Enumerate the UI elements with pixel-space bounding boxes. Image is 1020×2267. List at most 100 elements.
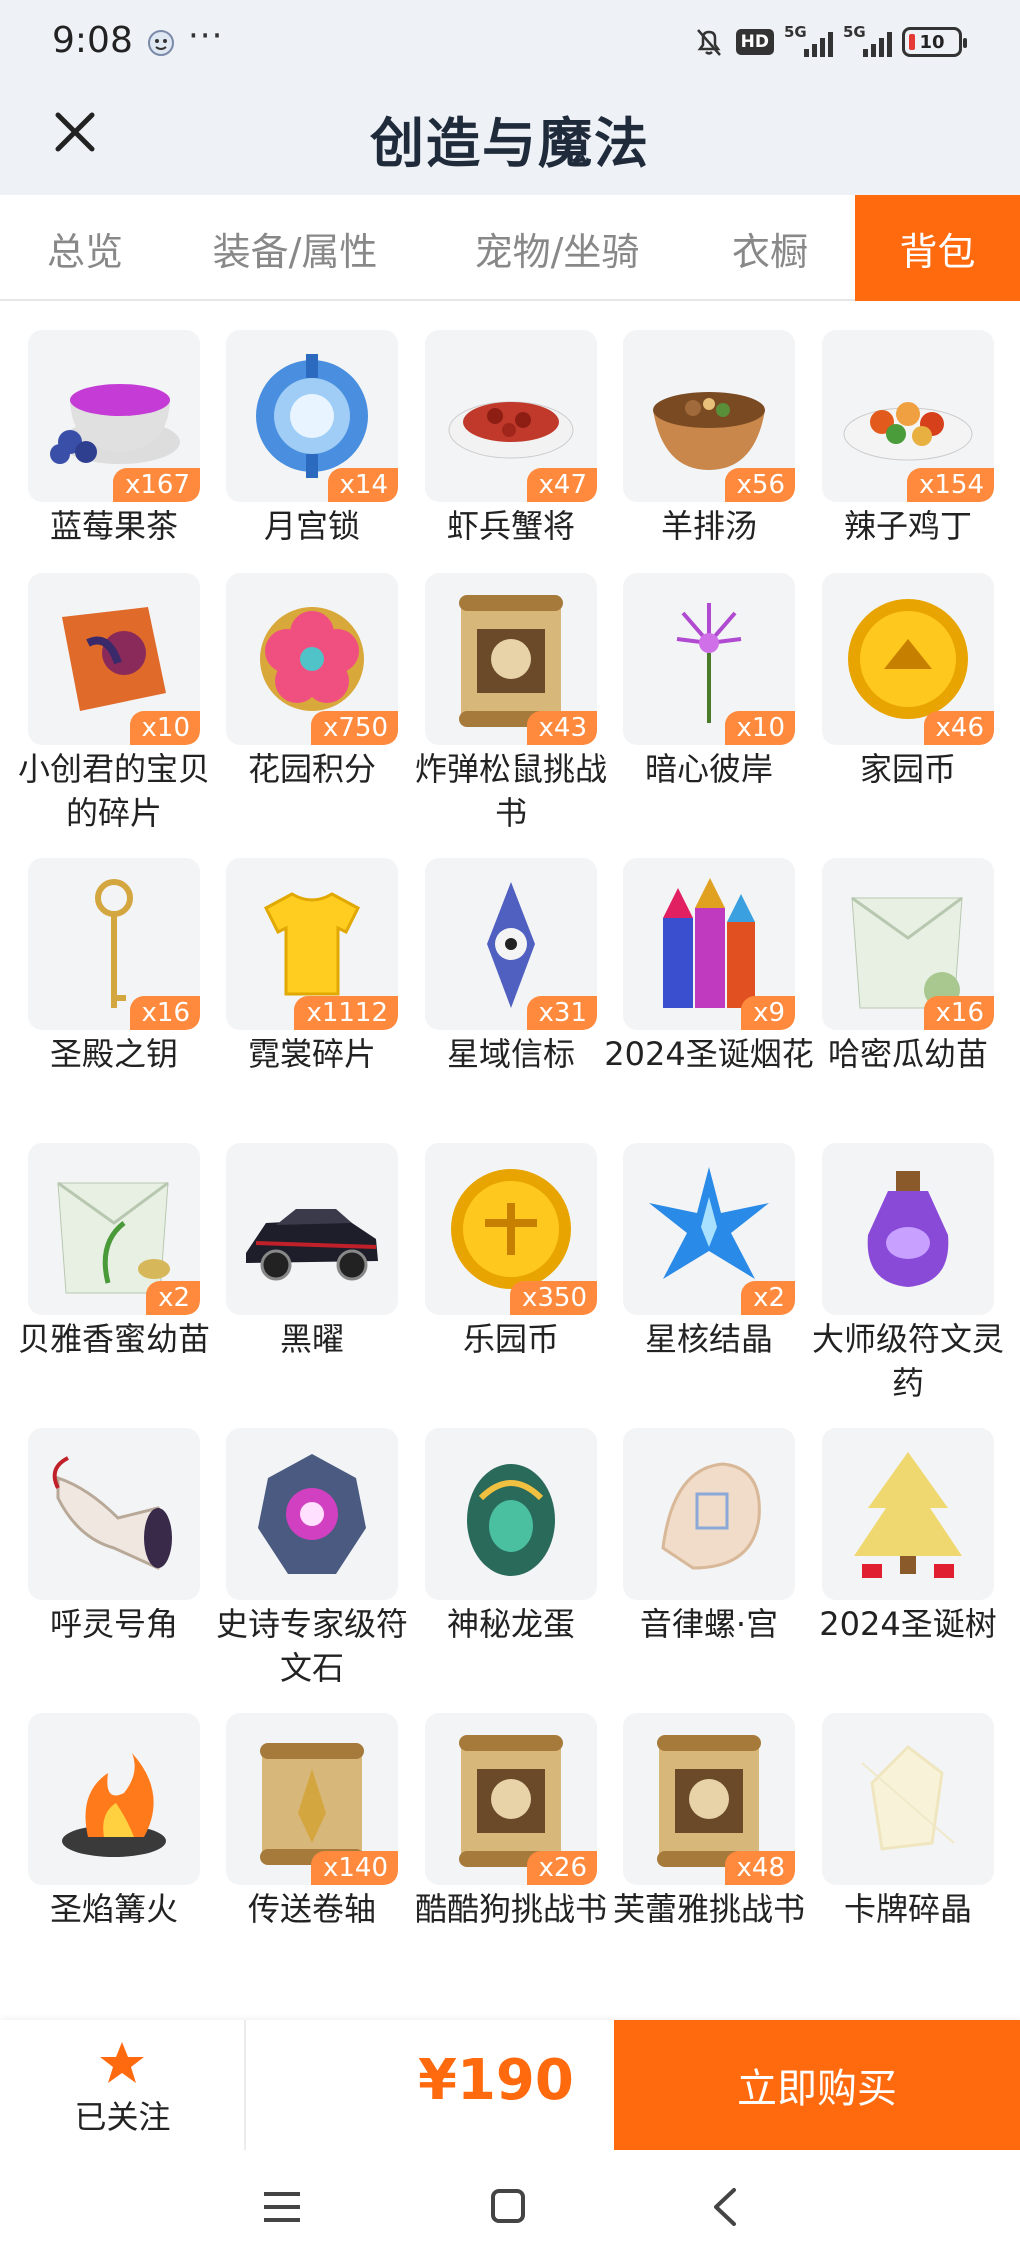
item-name: 大师级符文灵药 bbox=[811, 1320, 1004, 1402]
quantity-badge: x750 bbox=[310, 711, 398, 745]
item-name: 虾兵蟹将 bbox=[446, 507, 575, 545]
quantity-badge: x10 bbox=[724, 711, 795, 745]
quantity-badge: x43 bbox=[526, 711, 597, 745]
buy-now-button[interactable]: 立即购买 bbox=[614, 2020, 1020, 2150]
tab-wardrobe[interactable]: 衣橱 bbox=[705, 195, 835, 301]
back-icon[interactable] bbox=[710, 2186, 740, 2228]
item-thumbnail: x140 bbox=[226, 1713, 398, 1885]
item-name: 哈密瓜幼苗 bbox=[827, 1035, 988, 1073]
dragon-egg-icon bbox=[467, 1464, 555, 1576]
item-thumbnail bbox=[822, 1713, 994, 1885]
potion-bottle-icon bbox=[867, 1171, 949, 1287]
signal-icon-2: 5G bbox=[843, 23, 892, 57]
item-thumbnail: x10 bbox=[623, 573, 795, 745]
item-name: 暗心彼岸 bbox=[644, 750, 773, 788]
item-name: 呼灵号角 bbox=[49, 1605, 178, 1643]
horn-icon bbox=[52, 1456, 172, 1570]
signal-label: 5G bbox=[784, 23, 807, 41]
item-name: 辣子鸡丁 bbox=[843, 507, 972, 545]
quantity-badge: x10 bbox=[129, 711, 200, 745]
menu-icon[interactable] bbox=[262, 2190, 302, 2224]
conch-shell-icon bbox=[661, 1462, 761, 1570]
item-name: 酷酷狗挑战书 bbox=[414, 1890, 607, 1928]
item-name: 蓝莓果茶 bbox=[49, 507, 178, 545]
signal-label-2: 5G bbox=[843, 23, 866, 41]
item-thumbnail: x350 bbox=[425, 1143, 597, 1315]
follow-button[interactable]: 已关注 bbox=[0, 2020, 245, 2150]
item-thumbnail: x26 bbox=[425, 1713, 597, 1885]
page-title: 创造与魔法 bbox=[370, 112, 650, 175]
item-name: 黑曜 bbox=[279, 1320, 344, 1358]
quantity-badge: x2 bbox=[741, 1281, 795, 1315]
bonfire-icon bbox=[62, 1753, 166, 1857]
signal-icon: 5G bbox=[784, 23, 833, 57]
app-notification-icon bbox=[148, 30, 174, 56]
tab-equipment[interactable]: 装备/属性 bbox=[195, 195, 395, 301]
item-thumbnail: x750 bbox=[226, 573, 398, 745]
item-thumbnail bbox=[226, 1143, 398, 1315]
item-thumbnail: x16 bbox=[822, 858, 994, 1030]
hd-badge: HD bbox=[735, 29, 774, 55]
item-thumbnail: x10 bbox=[28, 573, 200, 745]
tab-overview[interactable]: 总览 bbox=[0, 195, 170, 301]
header: 创造与魔法 bbox=[0, 85, 1020, 195]
quantity-badge: x14 bbox=[327, 468, 398, 502]
item-thumbnail: x16 bbox=[28, 858, 200, 1030]
tab-backpack[interactable]: 背包 bbox=[855, 195, 1020, 301]
item-thumbnail: x9 bbox=[623, 858, 795, 1030]
item-thumbnail: x2 bbox=[623, 1143, 795, 1315]
item-thumbnail: x56 bbox=[623, 330, 795, 502]
home-icon[interactable] bbox=[490, 2188, 526, 2224]
battery-level: 10 bbox=[919, 31, 945, 53]
item-name: 花园积分 bbox=[247, 750, 376, 788]
item-thumbnail bbox=[822, 1143, 994, 1315]
christmas-tree-icon bbox=[854, 1452, 962, 1578]
battery-icon: 10 bbox=[902, 27, 967, 57]
item-name: 家园币 bbox=[859, 750, 956, 788]
quantity-badge: x26 bbox=[526, 1851, 597, 1885]
item-name: 霓裳碎片 bbox=[247, 1035, 376, 1073]
tab-pets[interactable]: 宠物/坐骑 bbox=[452, 195, 662, 301]
item-thumbnail: x154 bbox=[822, 330, 994, 502]
quantity-badge: x350 bbox=[509, 1281, 597, 1315]
item-thumbnail bbox=[822, 1428, 994, 1600]
item-thumbnail bbox=[425, 1428, 597, 1600]
item-name: 卡牌碎晶 bbox=[843, 1890, 972, 1928]
quantity-badge: x47 bbox=[526, 468, 597, 502]
quantity-badge: x2 bbox=[146, 1281, 200, 1315]
follow-label: 已关注 bbox=[74, 2098, 171, 2136]
item-thumbnail: x47 bbox=[425, 330, 597, 502]
status-time: 9:08 bbox=[52, 20, 133, 61]
item-name: 小创君的宝贝的碎片 bbox=[17, 750, 210, 832]
item-name: 圣殿之钥 bbox=[49, 1035, 178, 1073]
price-label: ¥190 bbox=[418, 2048, 574, 2113]
item-name: 贝雅香蜜幼苗 bbox=[17, 1320, 210, 1358]
item-name: 圣焰篝火 bbox=[49, 1890, 178, 1928]
item-name: 史诗专家级符文石 bbox=[215, 1605, 408, 1687]
quantity-badge: x31 bbox=[526, 996, 597, 1030]
quantity-badge: x16 bbox=[129, 996, 200, 1030]
tab-bar: 总览 装备/属性 宠物/坐骑 衣橱 背包 bbox=[0, 195, 1020, 301]
black-car-icon bbox=[246, 1209, 378, 1281]
status-bar: 9:08 ··· HD 5G 5G 10 bbox=[0, 0, 1020, 85]
quantity-badge: x140 bbox=[310, 1851, 398, 1885]
item-thumbnail: x31 bbox=[425, 858, 597, 1030]
quantity-badge: x9 bbox=[741, 996, 795, 1030]
star-icon bbox=[100, 2042, 144, 2083]
item-name: 乐园币 bbox=[462, 1320, 559, 1358]
item-name: 羊排汤 bbox=[660, 507, 757, 545]
quantity-badge: x154 bbox=[906, 468, 994, 502]
item-name: 星核结晶 bbox=[644, 1320, 773, 1358]
item-thumbnail bbox=[28, 1713, 200, 1885]
mute-bell-icon bbox=[696, 29, 721, 56]
item-name: 神秘龙蛋 bbox=[446, 1605, 575, 1643]
item-name: 炸弹松鼠挑战书 bbox=[414, 750, 607, 832]
divider bbox=[244, 2020, 246, 2150]
item-thumbnail: x14 bbox=[226, 330, 398, 502]
status-right-group: HD 5G 5G 10 bbox=[692, 22, 967, 62]
item-thumbnail: x167 bbox=[28, 330, 200, 502]
item-thumbnail bbox=[623, 1428, 795, 1600]
status-more-dots: ··· bbox=[188, 16, 224, 56]
item-thumbnail: x2 bbox=[28, 1143, 200, 1315]
item-name: 芙蕾雅挑战书 bbox=[612, 1890, 805, 1928]
